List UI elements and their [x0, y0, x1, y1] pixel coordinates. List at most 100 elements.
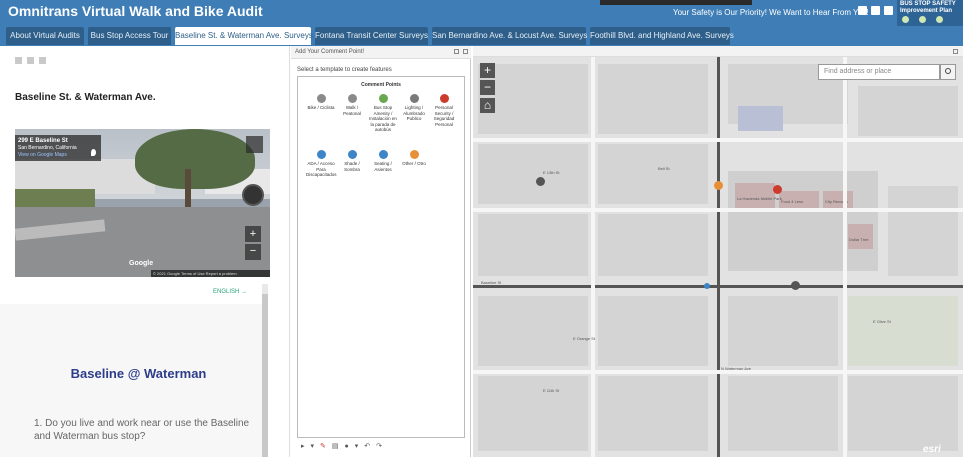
survey-embed: Baseline @ Waterman 1. Do you live and w…: [0, 304, 262, 457]
comment-marker-security[interactable]: [773, 185, 782, 194]
tab-baseline-waterman-surveys[interactable]: Baseline St. & Waterman Ave. Surveys: [175, 27, 313, 45]
tab-foothill-highland-surveys[interactable]: Foothill Blvd. and Highland Ave. Surveys: [590, 27, 734, 45]
map-zoom-in[interactable]: +: [480, 63, 495, 78]
comment-editor-panel: Add Your Comment Point! Select a templat…: [291, 46, 471, 457]
map-view[interactable]: La Hacienda Mobile Park Food 4 Less City…: [473, 46, 963, 457]
tab-bar: About Virtual Audits Bus Stop Access Tou…: [0, 26, 963, 46]
select-template-instruction: Select a template to create features: [297, 67, 392, 73]
tab-san-bernardino-locust-surveys[interactable]: San Bernardino Ave. & Locust Ave. Survey…: [432, 27, 587, 45]
street-label-11th: E 11th St: [543, 388, 560, 393]
bike-icon: [316, 94, 326, 103]
template-group-title: Comment Points: [361, 82, 401, 88]
lighting-icon: [409, 94, 419, 103]
minimize-icon[interactable]: [454, 49, 459, 54]
bus-stop-safety-logo: BUS STOP SAFETY Improvement Plan: [897, 0, 963, 26]
map-pin-icon: [91, 149, 96, 156]
street-view-zoom-out[interactable]: −: [245, 244, 261, 260]
street-view-zoom-in[interactable]: +: [245, 226, 261, 242]
compass-icon[interactable]: [242, 184, 264, 206]
link-share-icon[interactable]: [39, 57, 46, 64]
select-icon[interactable]: ▸: [301, 442, 305, 450]
share-links: [15, 57, 46, 64]
template-walk[interactable]: Walk / Peatonal: [337, 94, 367, 116]
section-title: Baseline St. & Waterman Ave.: [15, 92, 156, 103]
template-lighting[interactable]: Lighting / Alumbrado Publico: [399, 94, 429, 122]
point-icon[interactable]: ●: [345, 443, 349, 450]
editor-header-title: Add Your Comment Point!: [295, 49, 365, 55]
comment-marker-other[interactable]: [714, 181, 723, 190]
street-view-address-card: 299 E Baseline St San Bernardino, Califo…: [15, 135, 101, 161]
bus-stop-icon: [378, 94, 388, 103]
poi-label-dollar-tree: Dollar Tree: [849, 237, 869, 242]
esri-logo: esri: [923, 444, 941, 455]
template-ada[interactable]: ADA / Acceso Para Discapacitados: [306, 150, 337, 178]
baseline-st-road: [473, 285, 963, 288]
template-personal-security[interactable]: Personal Security / Seguridad Personal: [429, 94, 459, 127]
home-icon[interactable]: ⌂: [480, 98, 495, 113]
comment-marker-lighting[interactable]: [791, 281, 800, 290]
search-button[interactable]: [940, 64, 956, 80]
street-label-baseline: Baseline St: [481, 280, 502, 285]
header-social-links: [858, 6, 893, 15]
twitter-icon[interactable]: [871, 6, 880, 15]
undo-icon[interactable]: ↶: [364, 442, 370, 450]
maximize-map-icon[interactable]: [953, 49, 958, 54]
street-label-13th: E 13th St: [543, 170, 560, 175]
tab-about-virtual-audits[interactable]: About Virtual Audits: [6, 27, 84, 45]
fullscreen-icon[interactable]: [246, 136, 263, 153]
top-bar-overlay: [600, 0, 752, 5]
street-view-address: 299 E Baseline St: [18, 138, 68, 144]
accessibility-icon: [316, 150, 326, 159]
attributes-icon[interactable]: ▤: [332, 442, 339, 450]
map-zoom-out[interactable]: −: [480, 80, 495, 95]
other-icon: [409, 150, 419, 159]
header-tagline: Your Safety is Our Priority! We Want to …: [673, 8, 869, 17]
view-on-google-maps-link[interactable]: View on Google Maps: [18, 152, 67, 158]
edit-toolbar: ▸ ▾ ✎ ▤ ● ▾ ↶ ↷: [297, 440, 465, 452]
street-label-olive: E Olive St: [873, 319, 891, 324]
dropdown-icon[interactable]: ▾: [311, 442, 315, 450]
logo-text-1: BUS STOP SAFETY: [900, 1, 956, 7]
survey-scrollbar[interactable]: [262, 284, 268, 457]
template-other[interactable]: Other / Otro: [399, 150, 429, 167]
template-bus-stop-amenity[interactable]: Bus Stop Amenity / Instalación en la par…: [368, 94, 398, 133]
delete-icon[interactable]: ✎: [320, 442, 326, 450]
maximize-icon[interactable]: [463, 49, 468, 54]
survey-question-1: 1. Do you live and work near or use the …: [34, 418, 250, 442]
language-link[interactable]: ENGLISH →: [213, 289, 247, 295]
street-view-embed[interactable]: 299 E Baseline St San Bernardino, Califo…: [15, 129, 270, 277]
link-icon[interactable]: [884, 6, 893, 15]
shade-icon: [347, 150, 357, 159]
facebook-icon[interactable]: [858, 6, 867, 15]
poi-label-mobile-park: La Hacienda Mobile Park: [737, 196, 782, 201]
walk-icon: [347, 94, 357, 103]
search-icon: [945, 68, 951, 74]
story-panel: Baseline St. & Waterman Ave. 299 E Basel…: [0, 46, 290, 457]
logo-text-2: Improvement Plan: [900, 8, 953, 14]
app-header: Omnitrans Virtual Walk and Bike Audit Yo…: [0, 0, 963, 26]
dropdown-icon-2[interactable]: ▾: [355, 442, 359, 450]
twitter-share-icon[interactable]: [27, 57, 34, 64]
poi-label-food-4-less: Food 4 Less: [781, 199, 804, 204]
street-view-city: San Bernardino, California: [18, 145, 77, 151]
map-search-input[interactable]: Find address or place: [818, 64, 940, 80]
template-picker: Comment Points Bike / Ciclista Walk / Pe…: [297, 76, 465, 438]
google-logo: Google: [129, 260, 154, 267]
street-label-waterman: N Waterman Ave: [721, 366, 752, 371]
security-icon: [439, 94, 449, 103]
template-seating[interactable]: Seating / Asientos: [368, 150, 398, 172]
waterman-ave-road: [717, 57, 720, 457]
map-header: [473, 46, 963, 57]
seating-icon: [378, 150, 388, 159]
street-label-bell: Bell St: [658, 166, 670, 171]
template-bike[interactable]: Bike / Ciclista: [306, 94, 336, 111]
comment-marker-gray[interactable]: [536, 177, 545, 186]
bus-stop-marker[interactable]: [704, 283, 710, 289]
template-shade[interactable]: Shade / Sombra: [337, 150, 367, 172]
tab-fontana-transit-center-surveys[interactable]: Fontana Transit Center Surveys: [315, 27, 428, 45]
redo-icon[interactable]: ↷: [376, 442, 382, 450]
street-view-footer: © 2021 Google Terms of Use Report a prob…: [151, 270, 270, 277]
facebook-share-icon[interactable]: [15, 57, 22, 64]
street-label-orange: E Orange St: [573, 336, 596, 341]
tab-bus-stop-access-tour[interactable]: Bus Stop Access Tour: [88, 27, 171, 45]
